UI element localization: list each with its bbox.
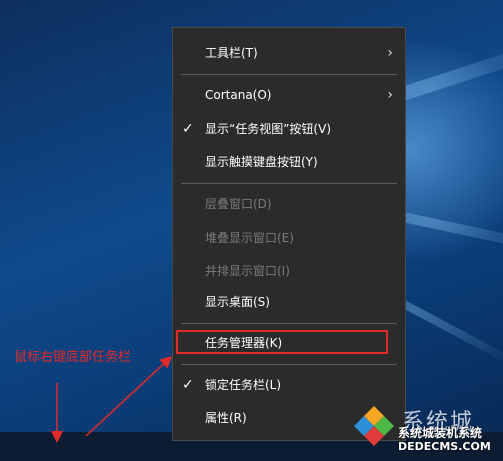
menu-item-label: 属性(R): [205, 411, 247, 425]
checkmark-icon: ✓: [182, 377, 194, 393]
menu-item-stack-windows: 堆叠显示窗口(E): [173, 222, 405, 254]
menu-item-label: 堆叠显示窗口(E): [205, 231, 294, 245]
menu-item-label: 层叠窗口(D): [205, 197, 272, 211]
menu-item-task-manager[interactable]: 任务管理器(K): [173, 327, 405, 359]
menu-separator: [181, 183, 397, 184]
menu-item-label: 显示桌面(S): [205, 295, 270, 309]
menu-item-show-desktop[interactable]: 显示桌面(S): [173, 286, 405, 318]
taskbar-context-menu: 工具栏(T) › Cortana(O) › ✓ 显示“任务视图”按钮(V) 显示…: [172, 27, 406, 441]
menu-item-side-by-side-windows: 并排显示窗口(I): [173, 255, 405, 287]
menu-item-label: 任务管理器(K): [205, 336, 283, 350]
checkmark-icon: ✓: [182, 121, 194, 137]
menu-item-cortana[interactable]: Cortana(O) ›: [173, 79, 405, 111]
site-watermark: 系统城 系统城装机系统 DEDECMS.COM: [346, 402, 503, 461]
menu-item-toolbars[interactable]: 工具栏(T) ›: [173, 37, 405, 69]
watermark-subtitle: 系统城装机系统: [398, 426, 483, 440]
menu-separator: [181, 323, 397, 324]
menu-item-label: 并排显示窗口(I): [205, 264, 290, 278]
menu-item-show-touch-keyboard[interactable]: 显示触摸键盘按钮(Y): [173, 146, 405, 178]
chevron-right-icon: ›: [387, 45, 393, 61]
menu-separator: [181, 364, 397, 365]
menu-item-label: 显示触摸键盘按钮(Y): [205, 155, 318, 169]
menu-item-label: Cortana(O): [205, 88, 272, 102]
annotation-label: 鼠标右键底部任务栏: [14, 350, 132, 365]
menu-item-lock-taskbar[interactable]: ✓ 锁定任务栏(L): [173, 369, 405, 401]
menu-item-show-task-view[interactable]: ✓ 显示“任务视图”按钮(V): [173, 113, 405, 145]
chevron-right-icon: ›: [387, 87, 393, 103]
watermark-logo-icon: [354, 406, 394, 446]
menu-item-cascade-windows: 层叠窗口(D): [173, 188, 405, 220]
menu-item-label: 工具栏(T): [205, 46, 258, 60]
watermark-url: DEDECMS.COM: [398, 440, 491, 453]
menu-item-label: 锁定任务栏(L): [205, 378, 282, 392]
menu-item-label: 显示“任务视图”按钮(V): [205, 122, 332, 136]
menu-separator: [181, 74, 397, 75]
